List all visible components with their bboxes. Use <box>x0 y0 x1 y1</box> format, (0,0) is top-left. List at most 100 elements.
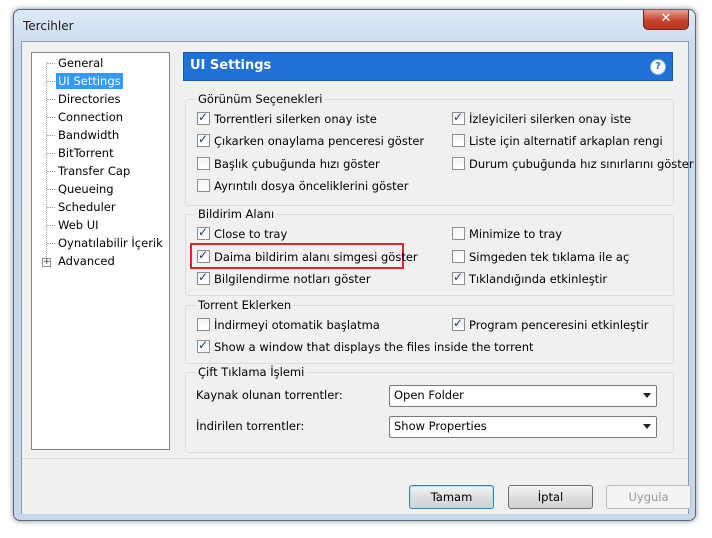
checkbox-label: Daima bildirim alanı simgesi göster <box>214 250 418 264</box>
double-click-group: Çift Tıklama İşlemi Kaynak olunan torren… <box>185 365 674 453</box>
checkbox-label: İzleyicileri silerken onay iste <box>469 112 632 126</box>
chevron-down-icon <box>643 424 651 429</box>
checkbox-box <box>197 337 210 353</box>
tree-connector <box>47 63 55 64</box>
minimize-to-tray-checkbox[interactable]: Minimize to tray <box>452 226 562 242</box>
seeding-torrents-label: Kaynak olunan torrentler: <box>196 388 343 402</box>
panel-header: UI Settings ? <box>183 52 673 81</box>
checkbox-box <box>452 269 465 285</box>
show-balloon-notifications-checkbox[interactable]: Bilgilendirme notları göster <box>197 269 371 287</box>
confirm-delete-torrents-checkbox[interactable]: Torrentleri silerken onay iste <box>197 109 377 127</box>
confirm-exit-checkbox[interactable]: Çıkarken onaylama penceresi göster <box>197 131 425 149</box>
checkbox-label: Bilgilendirme notları göster <box>214 272 371 286</box>
confirm-delete-trackers-checkbox[interactable]: İzleyicileri silerken onay iste <box>452 109 632 127</box>
single-click-open-checkbox[interactable]: Simgeden tek tıklama ile aç <box>452 249 629 265</box>
tree-connector <box>46 62 47 261</box>
tree-connector <box>47 225 55 226</box>
adding-group-label: Torrent Eklerken <box>196 298 294 312</box>
checkbox-label: Program penceresini etkinleştir <box>469 318 649 332</box>
tree-connector <box>47 243 55 244</box>
cancel-button[interactable]: İptal <box>508 485 593 509</box>
tree-item-directories[interactable]: Directories <box>56 91 122 107</box>
seeding-action-dropdown[interactable]: Open Folder <box>389 385 657 407</box>
checkbox-label: Başlık çubuğunda hızı göster <box>214 157 380 171</box>
checkbox-box <box>197 131 210 147</box>
activate-on-click-checkbox[interactable]: Tıklandığında etkinleştir <box>452 269 608 287</box>
checkbox-box <box>452 157 465 170</box>
show-files-window-checkbox[interactable]: Show a window that displays the files in… <box>197 337 534 355</box>
checkbox-box <box>452 250 465 263</box>
double-click-group-label: Çift Tıklama İşlemi <box>196 365 307 379</box>
close-button[interactable]: ✕ <box>643 10 689 30</box>
checkbox-box <box>197 247 210 263</box>
downloading-torrents-label: İndirilen torrentler: <box>196 419 305 433</box>
dialog-client-area: General UI Settings Directories Connecti… <box>21 41 694 514</box>
window-title: Tercihler <box>23 19 74 33</box>
status-bar-limits-checkbox[interactable]: Durum çubuğunda hız sınırlarını göster <box>452 156 694 172</box>
apply-button[interactable]: Uygula <box>606 485 691 509</box>
tray-group-label: Bildirim Alanı <box>196 207 277 221</box>
tree-connector <box>47 207 55 208</box>
tree-item-advanced[interactable]: Advanced <box>56 253 117 269</box>
checkbox-label: Show a window that displays the files in… <box>214 340 534 354</box>
checkbox-label: Tıklandığında etkinleştir <box>469 272 608 286</box>
tree-item-ui-settings[interactable]: UI Settings <box>56 73 123 89</box>
tree-item-playable-content[interactable]: Oynatılabilir İçerik <box>56 235 165 251</box>
adding-torrents-group: Torrent Eklerken İndirmeyi otomatik başl… <box>185 298 674 364</box>
always-show-tray-icon-checkbox[interactable]: Daima bildirim alanı simgesi göster <box>197 247 418 265</box>
checkbox-label: Ayrıntılı dosya önceliklerini göster <box>214 179 409 193</box>
checkbox-box <box>197 109 210 125</box>
checkbox-box <box>452 227 465 240</box>
appearance-group: Görünüm Seçenekleri Torrentleri silerken… <box>185 92 694 206</box>
tree-item-transfer-cap[interactable]: Transfer Cap <box>56 163 132 179</box>
dropdown-value: Open Folder <box>394 388 464 402</box>
checkbox-box <box>197 224 210 240</box>
checkbox-box <box>452 109 465 125</box>
checkbox-box <box>197 269 210 285</box>
help-icon[interactable]: ? <box>650 59 666 75</box>
ok-button[interactable]: Tamam <box>409 485 494 509</box>
tree-item-general[interactable]: General <box>56 55 105 71</box>
dropdown-value: Show Properties <box>394 419 487 433</box>
checkbox-box <box>197 179 210 192</box>
checkbox-box <box>197 157 210 170</box>
detailed-file-priorities-checkbox[interactable]: Ayrıntılı dosya önceliklerini göster <box>197 178 408 194</box>
checkbox-box <box>197 318 210 331</box>
checkbox-label: Durum çubuğunda hız sınırlarını göster <box>469 157 694 171</box>
settings-panel: UI Settings ? Görünüm Seçenekleri Torren… <box>183 52 694 455</box>
checkbox-label: Simgeden tek tıklama ile aç <box>469 250 630 264</box>
checkbox-label: Liste için alternatif arkaplan rengi <box>469 134 663 148</box>
tree-item-bittorrent[interactable]: BitTorrent <box>56 145 116 161</box>
tree-connector <box>47 81 55 82</box>
tree-item-web-ui[interactable]: Web UI <box>56 217 101 233</box>
checkbox-label: İndirmeyi otomatik başlatma <box>214 318 380 332</box>
dont-start-automatically-checkbox[interactable]: İndirmeyi otomatik başlatma <box>197 317 380 333</box>
tray-group: Bildirim Alanı Close to tray Minimize to… <box>185 207 674 296</box>
tree-connector <box>47 135 55 136</box>
checkbox-label: Çıkarken onaylama penceresi göster <box>214 134 425 148</box>
checkbox-box <box>452 315 465 331</box>
checkbox-label: Torrentleri silerken onay iste <box>214 112 377 126</box>
tree-item-queueing[interactable]: Queueing <box>56 181 116 197</box>
tree-item-connection[interactable]: Connection <box>56 109 125 125</box>
downloading-action-dropdown[interactable]: Show Properties <box>389 416 657 438</box>
close-to-tray-checkbox[interactable]: Close to tray <box>197 224 288 242</box>
tree-connector <box>47 99 55 100</box>
tree-connector <box>47 117 55 118</box>
tree-item-bandwidth[interactable]: Bandwidth <box>56 127 121 143</box>
activate-program-window-checkbox[interactable]: Program penceresini etkinleştir <box>452 315 649 333</box>
checkbox-label: Close to tray <box>214 227 288 241</box>
expand-icon[interactable]: + <box>42 258 51 267</box>
preferences-window: Tercihler ✕ General UI Settings Director… <box>13 9 696 521</box>
alternate-row-color-checkbox[interactable]: Liste için alternatif arkaplan rengi <box>452 133 663 149</box>
tree-connector <box>47 189 55 190</box>
panel-title: UI Settings <box>190 58 272 73</box>
title-bar-speed-checkbox[interactable]: Başlık çubuğunda hızı göster <box>197 156 380 172</box>
button-bar: Tamam İptal Uygula <box>22 458 691 514</box>
tree-item-scheduler[interactable]: Scheduler <box>56 199 118 215</box>
tree-connector <box>47 171 55 172</box>
appearance-group-label: Görünüm Seçenekleri <box>196 92 325 106</box>
checkbox-box <box>452 134 465 147</box>
tree-connector <box>47 153 55 154</box>
settings-tree[interactable]: General UI Settings Directories Connecti… <box>31 52 170 450</box>
